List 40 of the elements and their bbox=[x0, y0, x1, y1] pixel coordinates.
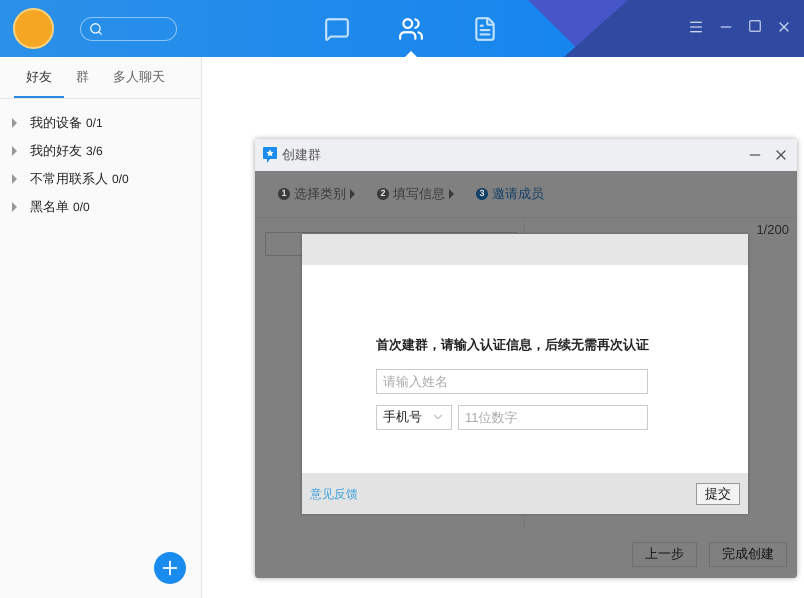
verification-message: 首次建群，请输入认证信息，后续无需再次认证 bbox=[376, 336, 650, 354]
id-type-select[interactable]: 手机号 bbox=[376, 404, 452, 430]
step-indicator: 3 邀请成员 bbox=[476, 184, 544, 204]
sidebar-tab[interactable]: 好友 bbox=[14, 57, 64, 98]
contacts-icon bbox=[398, 16, 424, 42]
search-icon bbox=[89, 22, 103, 36]
member-count: 1/200 bbox=[756, 221, 789, 239]
add-button[interactable] bbox=[154, 552, 186, 584]
group-name: 不常用联系人 bbox=[30, 170, 108, 188]
group-name: 黑名单 bbox=[30, 198, 69, 216]
expand-arrow-icon bbox=[12, 174, 17, 184]
sidebar-tab[interactable]: 多人聊天 bbox=[101, 57, 177, 98]
submit-button[interactable]: 提交 bbox=[696, 482, 740, 504]
name-input-field[interactable]: 请输入姓名 bbox=[376, 368, 648, 394]
maximize-icon[interactable] bbox=[748, 19, 762, 33]
contact-group[interactable]: 我的设备 0/1 bbox=[0, 109, 201, 137]
expand-arrow-icon bbox=[12, 118, 17, 128]
group-count: 0/0 bbox=[73, 199, 90, 216]
star-bubble-icon bbox=[263, 147, 277, 163]
contact-group[interactable]: 我的好友 3/6 bbox=[0, 137, 201, 165]
chat-icon bbox=[324, 16, 350, 42]
group-name: 我的好友 bbox=[30, 142, 82, 160]
phone-input-field[interactable]: 11位数字 bbox=[458, 404, 648, 430]
selection-pointer bbox=[405, 51, 417, 57]
step-indicator: 2 填写信息 bbox=[377, 184, 454, 204]
menu-icon[interactable] bbox=[688, 19, 704, 35]
expand-arrow-icon bbox=[12, 146, 17, 156]
contact-group[interactable]: 黑名单 0/0 bbox=[0, 193, 201, 221]
window-title: 创建群 bbox=[282, 146, 321, 164]
search-field[interactable] bbox=[80, 16, 177, 40]
dialog-button[interactable]: 完成创建 bbox=[709, 542, 787, 566]
step-indicator: 1 选择类别 bbox=[278, 184, 355, 204]
contact-group[interactable]: 不常用联系人 0/0 bbox=[0, 165, 201, 193]
expand-arrow-icon bbox=[12, 202, 17, 212]
dialog-button[interactable]: 上一步 bbox=[632, 542, 697, 566]
group-count: 0/0 bbox=[112, 171, 129, 188]
group-count: 3/6 bbox=[86, 143, 103, 160]
sidebar-tab[interactable]: 群 bbox=[64, 57, 101, 98]
group-name: 我的设备 bbox=[30, 114, 82, 132]
group-count: 0/1 bbox=[86, 115, 103, 132]
